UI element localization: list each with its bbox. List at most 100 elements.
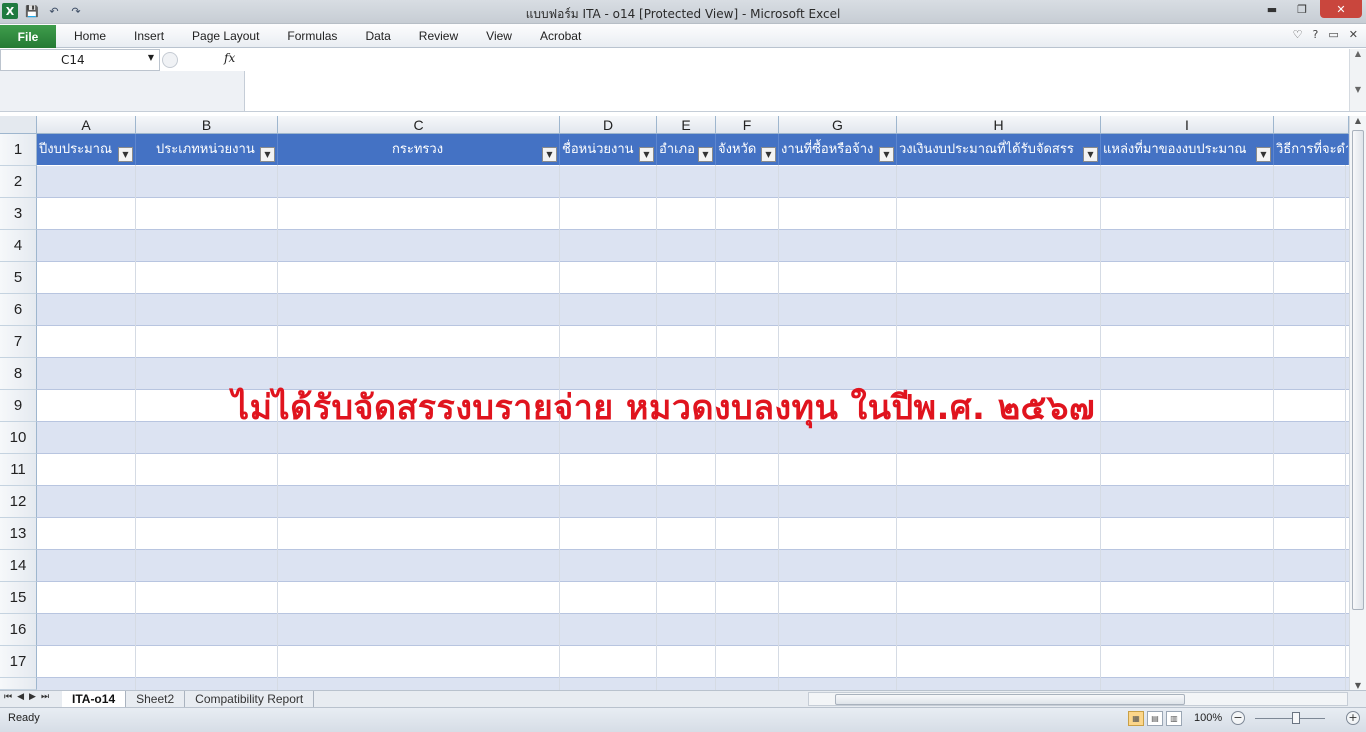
name-box-value: C14 — [61, 53, 85, 67]
last-sheet-icon[interactable]: ⏭ — [41, 692, 49, 702]
column-header-j[interactable] — [1274, 116, 1349, 134]
workbook-restore-icon[interactable]: ▭ — [1328, 28, 1338, 41]
header-cell-i[interactable]: แหล่งที่มาของงบประมาณ ▼ — [1101, 134, 1274, 165]
row-header-13[interactable]: 13 — [0, 518, 37, 550]
column-header-d[interactable]: D — [560, 116, 657, 134]
row-header-7[interactable]: 7 — [0, 326, 37, 358]
page-layout-view-icon[interactable]: ▤ — [1147, 711, 1163, 726]
insert-function-icon[interactable]: fx — [224, 51, 235, 65]
row-header-16[interactable]: 16 — [0, 614, 37, 646]
vertical-scrollbar[interactable]: ▲ ▼ — [1349, 116, 1366, 690]
title-bar: X 💾 ↶ ↷ แบบฟอร์ม ITA - o14 [Protected Vi… — [0, 0, 1366, 24]
minimize-button[interactable]: ▬ — [1260, 0, 1284, 18]
first-sheet-icon[interactable]: ⏮ — [4, 692, 12, 702]
row-band-7 — [37, 326, 1349, 358]
row-header-8[interactable]: 8 — [0, 358, 37, 390]
ribbon-minimize-icon[interactable]: ♡ — [1293, 28, 1303, 41]
tab-page-layout[interactable]: Page Layout — [178, 29, 273, 43]
next-sheet-icon[interactable]: ▶ — [29, 692, 36, 702]
sheet-tab-sheet2[interactable]: Sheet2 — [126, 691, 186, 707]
column-header-e[interactable]: E — [657, 116, 716, 134]
header-cell-a[interactable]: ปีงบประมาณ ▼ — [37, 134, 136, 165]
window-title: แบบฟอร์ม ITA - o14 [Protected View] - Mi… — [525, 7, 841, 21]
row-header-17[interactable]: 17 — [0, 646, 37, 678]
row-header-9[interactable]: 9 — [0, 390, 37, 422]
row-header-18[interactable] — [0, 678, 37, 690]
horizontal-scrollbar[interactable] — [808, 692, 1348, 706]
prev-sheet-icon[interactable]: ◀ — [17, 692, 24, 702]
row-header-11[interactable]: 11 — [0, 454, 37, 486]
header-cell-c[interactable]: กระทรวง ▼ — [278, 134, 560, 165]
filter-dropdown-icon[interactable]: ▼ — [879, 147, 894, 162]
close-button[interactable]: ✕ — [1320, 0, 1362, 18]
header-cell-b[interactable]: ประเภทหน่วยงาน ▼ — [136, 134, 278, 165]
formula-bar-grip[interactable] — [162, 52, 178, 68]
tab-view[interactable]: View — [472, 29, 526, 43]
tab-data[interactable]: Data — [351, 29, 404, 43]
row-header-14[interactable]: 14 — [0, 550, 37, 582]
column-header-f[interactable]: F — [716, 116, 779, 134]
select-all-corner[interactable] — [0, 116, 37, 134]
row-header-4[interactable]: 4 — [0, 230, 37, 262]
column-header-h[interactable]: H — [897, 116, 1101, 134]
filter-dropdown-icon[interactable]: ▼ — [698, 147, 713, 162]
column-header-g[interactable]: G — [779, 116, 897, 134]
row-header-3[interactable]: 3 — [0, 198, 37, 230]
row-header-12[interactable]: 12 — [0, 486, 37, 518]
vertical-scroll-thumb[interactable] — [1352, 130, 1364, 610]
filter-dropdown-icon[interactable]: ▼ — [639, 147, 654, 162]
filter-dropdown-icon[interactable]: ▼ — [1256, 147, 1271, 162]
row-header-5[interactable]: 5 — [0, 262, 37, 294]
header-cell-g[interactable]: งานที่ซื้อหรือจ้าง ▼ — [779, 134, 897, 165]
filter-dropdown-icon[interactable]: ▼ — [542, 147, 557, 162]
row-band-5 — [37, 262, 1349, 294]
tab-insert[interactable]: Insert — [120, 29, 178, 43]
page-break-view-icon[interactable]: ▥ — [1166, 711, 1182, 726]
zoom-slider[interactable] — [1255, 718, 1325, 719]
tab-home[interactable]: Home — [60, 29, 120, 43]
filter-dropdown-icon[interactable]: ▼ — [761, 147, 776, 162]
row-header-15[interactable]: 15 — [0, 582, 37, 614]
help-icon[interactable]: ? — [1313, 28, 1319, 41]
tab-file[interactable]: File — [0, 25, 56, 48]
row-band-16 — [37, 614, 1349, 646]
filter-dropdown-icon[interactable]: ▼ — [118, 147, 133, 162]
row-header-2[interactable]: 2 — [0, 166, 37, 198]
header-cell-j[interactable]: วิธีการที่จะดำ — [1274, 134, 1349, 165]
sheet-tab-ita-o14[interactable]: ITA-o14 — [62, 691, 127, 707]
zoom-out-icon[interactable]: − — [1231, 711, 1245, 725]
column-header-c[interactable]: C — [278, 116, 560, 134]
row-band-11 — [37, 454, 1349, 486]
formula-scrollbar[interactable]: ▲ ▼ — [1349, 49, 1366, 111]
row-header-10[interactable]: 10 — [0, 422, 37, 454]
tab-acrobat[interactable]: Acrobat — [526, 29, 595, 43]
row-band-2 — [37, 166, 1349, 198]
sheet-tab-compatibility-report[interactable]: Compatibility Report — [185, 691, 315, 707]
status-ready: Ready — [8, 712, 40, 724]
header-cell-h[interactable]: วงเงินงบประมาณที่ได้รับจัดสรร ▼ — [897, 134, 1101, 165]
header-cell-d[interactable]: ชื่อหน่วยงาน ▼ — [560, 134, 657, 165]
normal-view-icon[interactable]: ▦ — [1128, 711, 1144, 726]
formula-input[interactable] — [245, 49, 1349, 111]
filter-dropdown-icon[interactable]: ▼ — [260, 147, 275, 162]
maximize-button[interactable]: ❐ — [1290, 0, 1314, 18]
tab-formulas[interactable]: Formulas — [273, 29, 351, 43]
tab-review[interactable]: Review — [405, 29, 472, 43]
workbook-close-icon[interactable]: ✕ — [1349, 28, 1358, 41]
zoom-in-icon[interactable]: + — [1346, 711, 1360, 725]
horizontal-scroll-thumb[interactable] — [835, 694, 1185, 705]
header-cell-f[interactable]: จังหวัด ▼ — [716, 134, 779, 165]
scroll-down-icon[interactable]: ▼ — [1350, 681, 1366, 690]
row-header-6[interactable]: 6 — [0, 294, 37, 326]
chevron-down-icon[interactable]: ▼ — [148, 53, 154, 62]
filter-dropdown-icon[interactable]: ▼ — [1083, 147, 1098, 162]
name-box[interactable]: C14 ▼ — [0, 49, 160, 71]
zoom-level[interactable]: 100% — [1194, 712, 1222, 724]
column-header-b[interactable]: B — [136, 116, 278, 134]
header-cell-e[interactable]: อำเภอ ▼ — [657, 134, 716, 165]
scroll-up-icon[interactable]: ▲ — [1350, 116, 1366, 125]
column-header-i[interactable]: I — [1101, 116, 1274, 134]
column-header-a[interactable]: A — [37, 116, 136, 134]
row-header-1[interactable]: 1 — [0, 134, 37, 166]
zoom-slider-handle[interactable] — [1292, 712, 1300, 724]
